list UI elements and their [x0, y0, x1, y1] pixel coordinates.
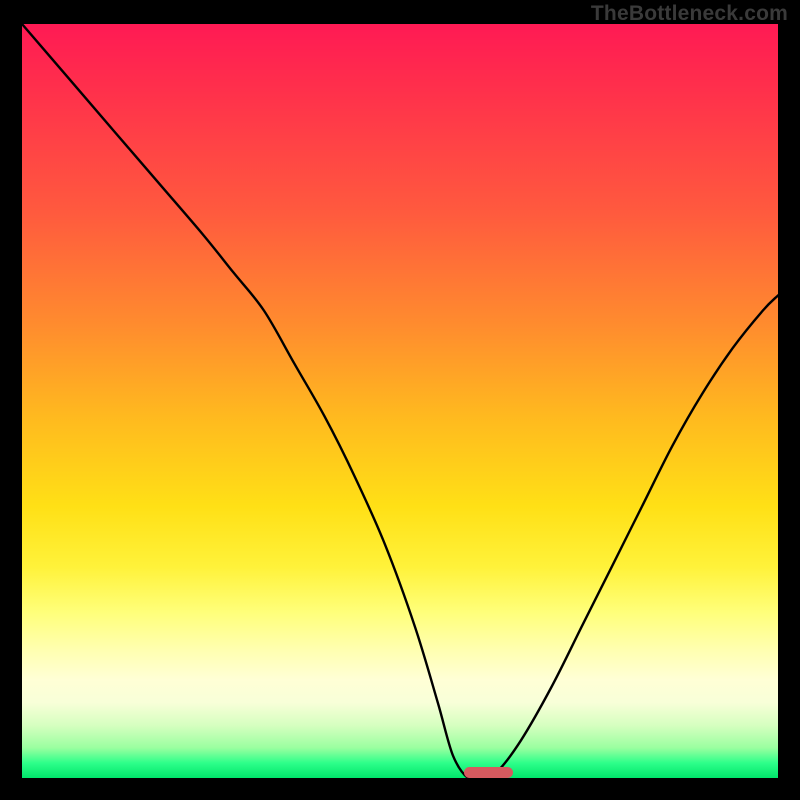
- optimal-range-marker: [464, 767, 513, 778]
- plot-area: [22, 24, 778, 778]
- attribution-watermark: TheBottleneck.com: [591, 2, 788, 26]
- chart-frame: TheBottleneck.com: [0, 0, 800, 800]
- bottleneck-curve: [22, 24, 778, 778]
